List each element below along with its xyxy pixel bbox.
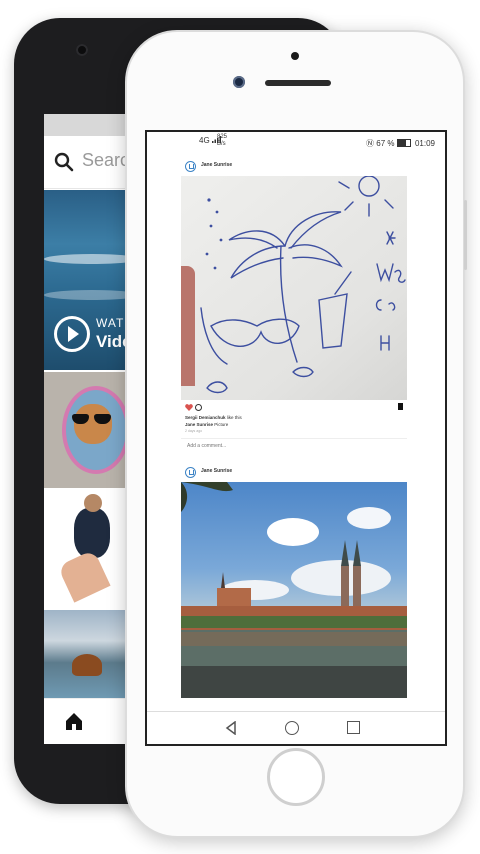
sketch-drawing [200, 176, 406, 394]
earpiece-speaker [265, 80, 331, 86]
front-phone: 4G 825 B/s Ⓝ 67 % 01:09 Jane Sunrise Ser… [125, 30, 467, 838]
front-phone-screen: 4G 825 B/s Ⓝ 67 % 01:09 Jane Sunrise Ser… [145, 130, 447, 746]
avatar-icon[interactable] [185, 467, 196, 478]
sunglasses-image [72, 414, 114, 424]
search-icon[interactable] [54, 152, 74, 172]
avatar-icon[interactable] [185, 161, 196, 172]
system-nav-bar [147, 711, 445, 744]
feed-post: Jane Sunrise [181, 464, 407, 714]
post-photo-city[interactable] [181, 482, 407, 698]
comment-input[interactable] [185, 442, 399, 450]
dog-image [74, 508, 110, 558]
status-bar: 4G 825 B/s Ⓝ 67 % 01:09 [147, 132, 445, 154]
home-circle-icon[interactable] [285, 721, 299, 735]
battery-icon [396, 139, 411, 147]
home-icon[interactable] [64, 711, 84, 731]
comment-box[interactable] [181, 438, 407, 455]
post-username[interactable]: Jane Sunrise [201, 162, 232, 168]
play-icon[interactable] [54, 316, 90, 352]
post-header[interactable]: Jane Sunrise [181, 158, 407, 176]
front-camera-dot [76, 44, 88, 56]
recents-icon[interactable] [347, 721, 360, 734]
comment-icon[interactable] [195, 404, 202, 411]
post-actions [181, 402, 407, 414]
status-right: Ⓝ 67 % 01:09 [366, 138, 435, 149]
heart-icon[interactable] [185, 404, 193, 411]
home-button[interactable] [267, 748, 325, 806]
feed-post: Jane Sunrise [181, 158, 407, 458]
likes-line: Sergii Demianchuk like this [185, 415, 242, 420]
post-username[interactable]: Jane Sunrise [201, 468, 232, 474]
caption-line: Jane Sunrise Picture [185, 422, 229, 427]
post-header[interactable]: Jane Sunrise [181, 464, 407, 482]
clock: 01:09 [414, 139, 435, 148]
side-button [464, 200, 467, 270]
front-camera [233, 76, 245, 88]
post-photo-sketch[interactable] [181, 176, 407, 400]
network-speed: 825 B/s [217, 134, 228, 147]
burger-image [72, 654, 102, 676]
post-timestamp: 2 days ago [185, 429, 203, 433]
bookmark-icon[interactable] [398, 403, 403, 412]
cat-image [74, 404, 112, 444]
battery-percent: 67 % [376, 139, 395, 148]
sensor-dot [291, 52, 299, 60]
nfc-icon: Ⓝ [366, 139, 375, 148]
city-scene [181, 482, 407, 698]
back-icon[interactable] [225, 721, 237, 735]
